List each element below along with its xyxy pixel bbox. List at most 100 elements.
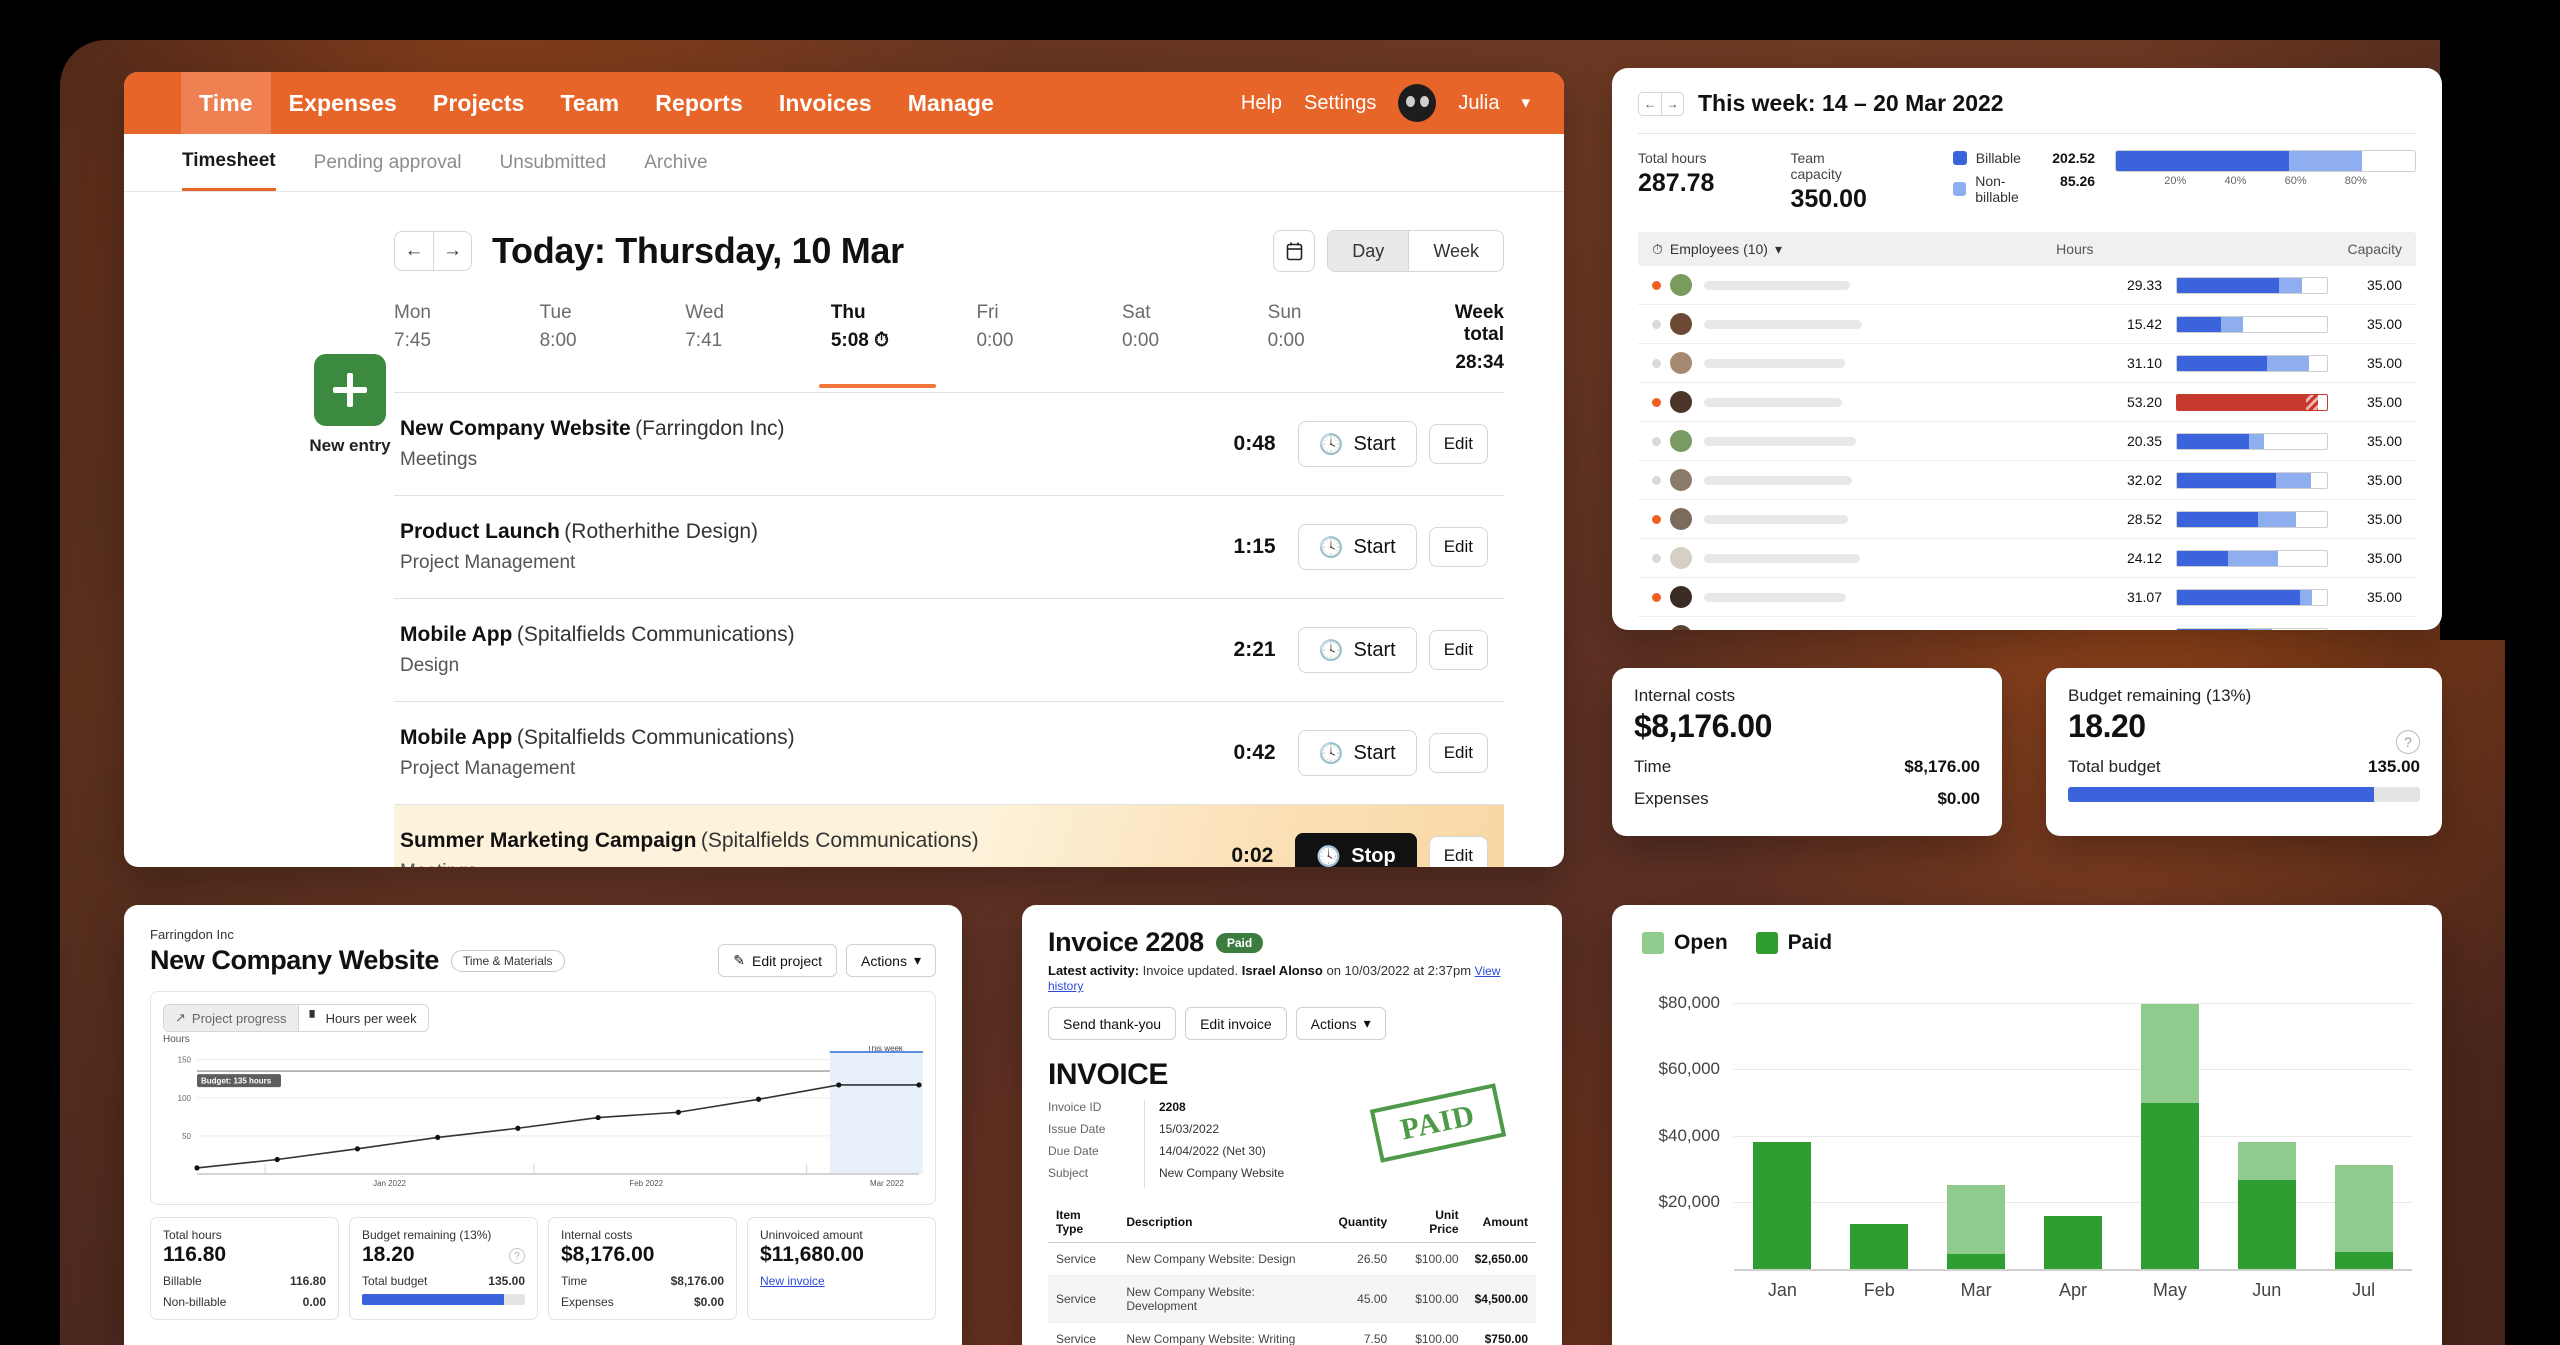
invoice-title-row: Invoice 2208 Paid xyxy=(1048,927,1536,958)
day-sun[interactable]: Sun 0:00 xyxy=(1268,302,1414,374)
day-sat[interactable]: Sat 0:00 xyxy=(1122,302,1268,374)
bar-column[interactable] xyxy=(1831,971,1928,1269)
edit-entry-button[interactable]: Edit xyxy=(1428,836,1488,867)
bar-column[interactable] xyxy=(2218,971,2315,1269)
x-axis-tick-label: Mar xyxy=(1960,1280,1992,1300)
edit-entry-button[interactable]: Edit xyxy=(1428,733,1488,773)
start-timer-button[interactable]: 🕓 Start xyxy=(1297,730,1417,776)
meta-label: Invoice ID xyxy=(1048,1100,1102,1114)
next-day-button[interactable]: → xyxy=(433,232,471,270)
bar-column[interactable] xyxy=(1734,971,1831,1269)
nav-item-team[interactable]: Team xyxy=(542,72,637,134)
row-value: 0.00 xyxy=(302,1295,326,1309)
bar-column[interactable] xyxy=(1928,971,2025,1269)
tab-hours-per-week[interactable]: ▘ Hours per week xyxy=(297,1005,428,1031)
nav-label: Time xyxy=(199,89,253,116)
project-actions-button[interactable]: Actions ▾ xyxy=(846,944,936,977)
day-fri[interactable]: Fri 0:00 xyxy=(976,302,1122,374)
table-row[interactable]: Mobile App (Spitalfields Communications)… xyxy=(394,599,1504,702)
entry-project: Mobile App xyxy=(400,623,513,646)
entry-task: Design xyxy=(400,655,460,676)
avatar[interactable] xyxy=(1398,84,1437,122)
bar-segment-open xyxy=(2237,1141,2296,1180)
tab-unsubmitted[interactable]: Unsubmitted xyxy=(500,134,607,191)
row-label: Billable xyxy=(163,1274,202,1288)
plus-icon[interactable] xyxy=(314,354,386,426)
legend-swatch xyxy=(1642,932,1664,954)
new-entry-label: New entry xyxy=(309,436,391,455)
new-invoice-link[interactable]: New invoice xyxy=(760,1274,923,1288)
edit-entry-button[interactable]: Edit xyxy=(1428,527,1488,567)
table-row[interactable]: 24.12 35.00 xyxy=(1638,539,2416,578)
tab-project-progress[interactable]: ↗ Project progress xyxy=(164,1005,298,1031)
table-row[interactable]: 20.35 35.00 xyxy=(1638,422,2416,461)
table-row[interactable]: Mobile App (Spitalfields Communications)… xyxy=(394,702,1504,805)
calendar-icon[interactable] xyxy=(1273,230,1316,272)
start-timer-button[interactable]: 🕓 Start xyxy=(1297,421,1417,467)
avatar xyxy=(1670,313,1692,335)
nav-item-time[interactable]: Time xyxy=(181,72,271,134)
nav-item-invoices[interactable]: Invoices xyxy=(761,72,890,134)
stop-timer-button[interactable]: 🕓 Stop xyxy=(1295,833,1417,867)
table-row[interactable]: Product Launch (Rotherhithe Design) Proj… xyxy=(394,496,1504,599)
employees-column-header[interactable]: ⏱ Employees (10) ▾ xyxy=(1652,241,1782,258)
tab-archive[interactable]: Archive xyxy=(644,134,707,191)
day-thu[interactable]: Thu 5:08 ⏱ xyxy=(818,302,977,388)
time-row: Time $8,176.00 xyxy=(1634,757,1980,777)
edit-entry-button[interactable]: Edit xyxy=(1428,630,1488,670)
table-row[interactable]: New Company Website (Farringdon Inc) Mee… xyxy=(394,393,1504,496)
help-icon[interactable]: ? xyxy=(509,1248,525,1264)
bar-column[interactable] xyxy=(2315,971,2412,1269)
table-row[interactable]: 31.10 35.00 xyxy=(1638,344,2416,383)
table-row[interactable]: 15.42 35.00 xyxy=(1638,305,2416,344)
bar-chart-x-axis: Jan Feb Mar Apr May Jun Jul xyxy=(1734,1280,2412,1301)
x-axis-tick-label: Jan xyxy=(1767,1280,1797,1300)
table-row-running[interactable]: Summer Marketing Campaign (Spitalfields … xyxy=(394,805,1504,867)
view-week-button[interactable]: Week xyxy=(1408,231,1503,271)
view-day-button[interactable]: Day xyxy=(1328,231,1409,271)
tab-timesheet[interactable]: Timesheet xyxy=(182,134,276,191)
start-timer-button[interactable]: 🕓 Start xyxy=(1297,524,1417,570)
bar-column[interactable] xyxy=(2121,971,2218,1269)
settings-link[interactable]: Settings xyxy=(1304,92,1376,115)
tab-pending-approval[interactable]: Pending approval xyxy=(314,134,462,191)
nav-item-reports[interactable]: Reports xyxy=(637,72,761,134)
invoice-actions-button[interactable]: Actions ▾ xyxy=(1295,1007,1386,1040)
edit-entry-button[interactable]: Edit xyxy=(1428,424,1488,464)
nav-item-expenses[interactable]: Expenses xyxy=(271,72,415,134)
new-entry-button[interactable]: New entry xyxy=(302,354,398,456)
chevron-down-icon[interactable]: ▾ xyxy=(1521,93,1530,113)
table-row[interactable]: 32.02 35.00 xyxy=(1638,461,2416,500)
nav-item-manage[interactable]: Manage xyxy=(890,72,1012,134)
employee-table-header: ⏱ Employees (10) ▾ Hours Capacity xyxy=(1638,232,2416,266)
help-icon[interactable]: ? xyxy=(2396,730,2420,754)
next-week-button[interactable]: → xyxy=(1661,92,1683,115)
stat-uninvoiced-amount: Uninvoiced amount $11,680.00 New invoice xyxy=(747,1217,936,1320)
user-name[interactable]: Julia xyxy=(1458,92,1499,115)
table-row[interactable]: 31.07 35.00 xyxy=(1638,578,2416,617)
day-wed[interactable]: Wed 7:41 xyxy=(685,302,831,374)
employee-capacity-bar xyxy=(2176,276,2328,294)
row-value: 116.80 xyxy=(289,1274,326,1288)
table-row[interactable]: 53.20 35.00 xyxy=(1638,383,2416,422)
table-row[interactable]: 28.52 35.00 xyxy=(1638,500,2416,539)
edit-project-button[interactable]: ✎ Edit project xyxy=(718,944,838,977)
week-total-label: Week total xyxy=(1454,302,1504,345)
start-timer-button[interactable]: 🕓 Start xyxy=(1297,627,1417,673)
table-row[interactable]: 29.33 35.00 xyxy=(1638,266,2416,305)
edit-invoice-button[interactable]: Edit invoice xyxy=(1185,1007,1287,1040)
prev-day-button[interactable]: ← xyxy=(395,232,433,270)
send-thank-you-button[interactable]: Send thank-you xyxy=(1048,1007,1177,1040)
y-axis-tick-label: 50 xyxy=(182,1132,191,1141)
secondary-nav: Timesheet Pending approval Unsubmitted A… xyxy=(124,134,1564,192)
employee-capacity-bar xyxy=(2176,393,2328,411)
nav-item-projects[interactable]: Projects xyxy=(415,72,543,134)
table-row[interactable]: 22.65 35.00 xyxy=(1638,617,2416,630)
help-link[interactable]: Help xyxy=(1241,92,1282,115)
prev-week-button[interactable]: ← xyxy=(1639,93,1661,115)
bar-column[interactable] xyxy=(2025,971,2122,1269)
stat-value: 350.00 xyxy=(1790,185,1867,213)
day-mon[interactable]: Mon 7:45 xyxy=(394,302,540,374)
day-tue[interactable]: Tue 8:00 xyxy=(540,302,686,374)
chevron-down-icon[interactable]: ▾ xyxy=(1775,241,1782,258)
